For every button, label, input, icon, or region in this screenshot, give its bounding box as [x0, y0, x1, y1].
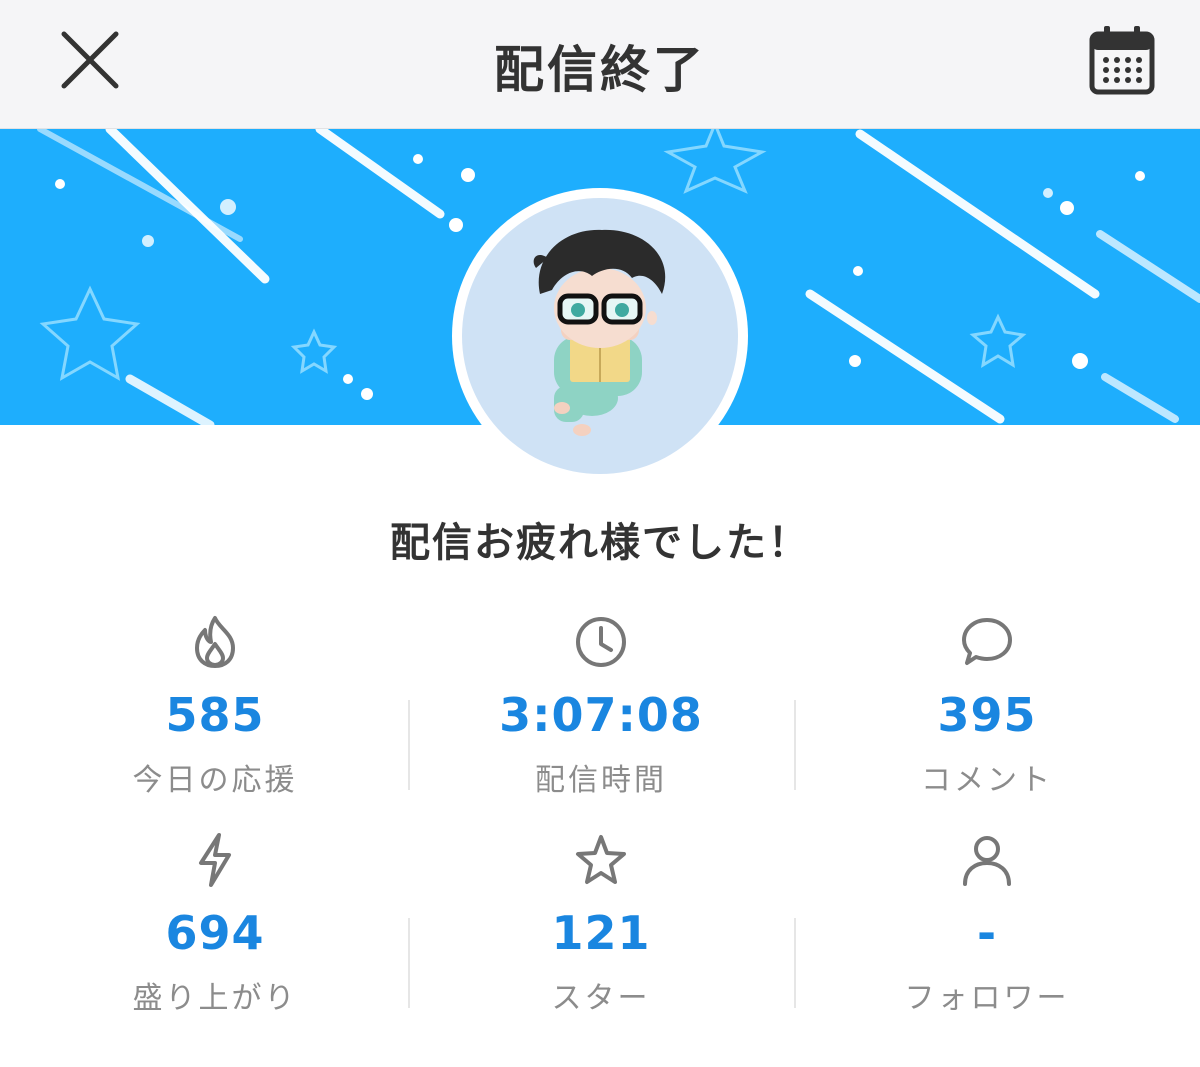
stat-value: 395	[937, 688, 1037, 742]
star-icon	[576, 835, 626, 884]
stats-grid: 585 今日の応援 3:07:08 配信時間 395 コメント 694 盛り上が…	[22, 600, 1178, 1036]
calendar-button[interactable]	[1080, 18, 1164, 102]
top-bar: 配信終了	[0, 0, 1200, 129]
stat-support: 585 今日の応援	[22, 600, 408, 818]
stat-value: 694	[165, 906, 265, 960]
page-title: 配信終了	[494, 41, 706, 99]
stat-label: 盛り上がり	[132, 981, 298, 1016]
stat-duration: 3:07:08 配信時間	[408, 600, 794, 818]
flame-icon	[195, 616, 235, 668]
stat-value: -	[976, 906, 998, 960]
person-icon	[963, 836, 1011, 886]
avatar[interactable]	[452, 188, 748, 484]
stream-end-message: 配信お疲れ様でした！	[390, 520, 810, 566]
stat-value: 3:07:08	[499, 688, 703, 742]
comment-icon	[962, 618, 1012, 665]
avatar-image	[462, 198, 738, 474]
calendar-icon	[1089, 26, 1155, 95]
stat-value: 121	[551, 906, 651, 960]
lightning-icon	[199, 833, 231, 887]
stat-stars: 121 スター	[408, 818, 794, 1036]
stat-comments: 395 コメント	[794, 600, 1180, 818]
stat-label: 配信時間	[535, 763, 667, 798]
avatar-illustration	[533, 229, 666, 436]
stat-label: コメント	[921, 763, 1053, 798]
clock-icon	[576, 617, 626, 667]
stat-value: 585	[165, 688, 265, 742]
stat-label: 今日の応援	[132, 763, 298, 798]
stat-excitement: 694 盛り上がり	[22, 818, 408, 1036]
stat-label: フォロワー	[904, 981, 1070, 1016]
stat-label: スター	[551, 981, 651, 1016]
stat-followers: - フォロワー	[794, 818, 1180, 1036]
